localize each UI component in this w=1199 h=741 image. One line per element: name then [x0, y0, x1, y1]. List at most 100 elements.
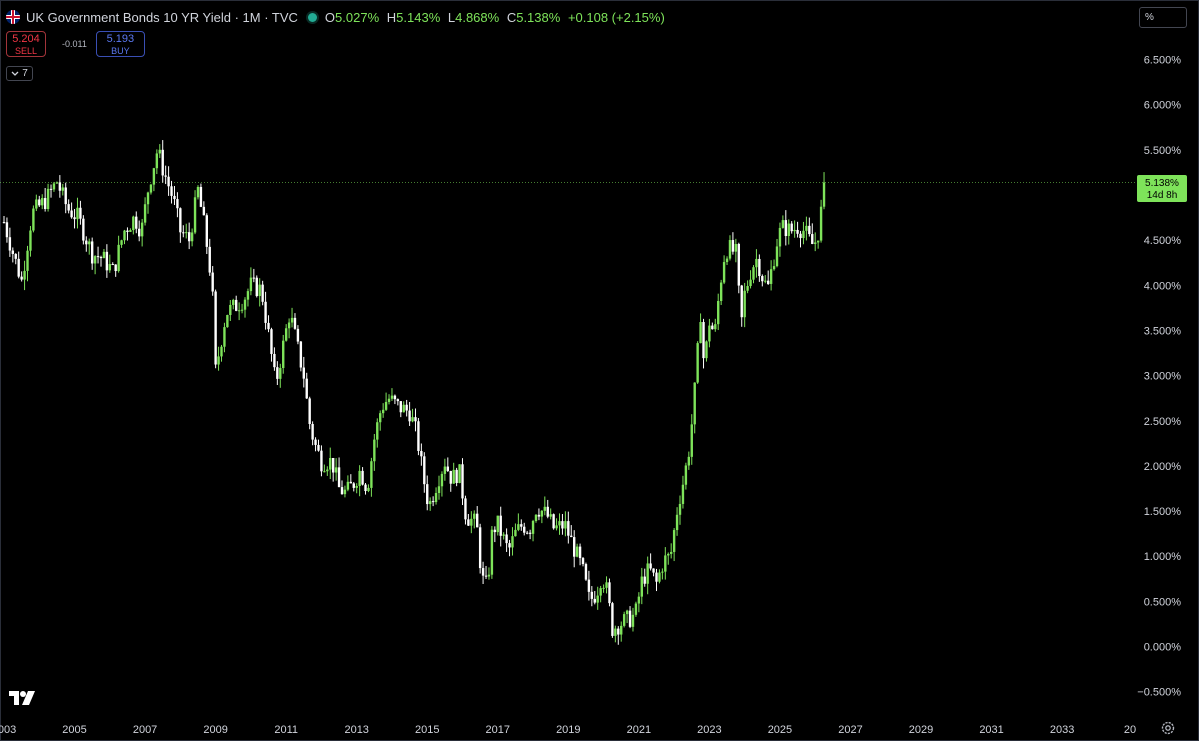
candle-body [293, 317, 297, 329]
candle-body [637, 596, 641, 604]
indicators-toggle[interactable]: 7 [6, 66, 33, 81]
candle-body [202, 206, 206, 216]
candle-body [296, 328, 300, 342]
candle-body [167, 176, 170, 187]
candle-body [602, 587, 605, 589]
candle-body [314, 439, 317, 445]
candle-body [628, 610, 632, 627]
buy-button[interactable]: 5.193 BUY [95, 31, 145, 57]
candle-body [38, 199, 41, 206]
candle-body [690, 424, 693, 457]
candle-body [461, 464, 464, 499]
candle-body [193, 197, 197, 233]
price-tag: 5.138% 14d 8h [1137, 175, 1187, 202]
candle-body [643, 576, 646, 584]
candle-body [96, 256, 100, 258]
candle-body [264, 301, 267, 323]
candle-body [99, 257, 103, 259]
candle-body [249, 277, 253, 292]
candle-body [258, 284, 261, 297]
candle-body [531, 521, 535, 534]
candle-body [355, 485, 358, 488]
candle-body [505, 534, 508, 544]
market-status-icon[interactable] [307, 12, 317, 22]
candle-body [599, 588, 602, 596]
candle-body [187, 232, 191, 242]
candle-body [731, 240, 735, 252]
candle-body [337, 467, 341, 488]
candle-body [614, 628, 617, 636]
candle-body [625, 610, 629, 615]
candle-body [152, 168, 156, 185]
symbol-title[interactable]: UK Government Bonds 10 YR Yield · 1M · T… [26, 10, 298, 25]
high-value: 5.143% [396, 9, 441, 25]
price-axis[interactable]: 6.500%6.000%5.500%5.000%4.500%4.000%3.50… [1137, 55, 1181, 699]
candle-body [525, 532, 529, 534]
x-tick-label: 2011 [274, 724, 298, 736]
candle-body [540, 510, 544, 517]
high-key: H [386, 9, 397, 25]
candle-body [620, 625, 623, 635]
candle-body [423, 456, 426, 485]
candle-body [640, 576, 643, 597]
candle-body [434, 492, 438, 503]
candle-body [270, 329, 273, 354]
candle-body [173, 195, 176, 200]
candle-body [179, 208, 182, 233]
candle-body [120, 240, 123, 245]
percent-scale-button[interactable]: % [1139, 7, 1187, 28]
close-value: 5.138% [516, 9, 561, 25]
candle-body [755, 258, 758, 268]
candle-body [393, 395, 397, 400]
gear-icon[interactable] [1160, 720, 1176, 736]
candle-body [146, 192, 150, 205]
candle-body [217, 356, 220, 365]
y-tick-label: 1.500% [1144, 506, 1182, 518]
candle-body [35, 199, 38, 209]
candle-body [352, 483, 355, 488]
tradingview-logo-icon[interactable] [9, 690, 37, 706]
candle-body [452, 469, 455, 484]
open-key: O [324, 9, 336, 25]
candle-body [775, 246, 779, 267]
price-chart[interactable]: 6.500%6.000%5.500%5.000%4.500%4.000%3.50… [0, 0, 1199, 741]
candle-body [46, 188, 50, 209]
candle-body [55, 182, 59, 184]
sell-button[interactable]: 5.204 SELL [6, 31, 46, 57]
candle-body [252, 277, 256, 279]
candle-body [687, 456, 691, 466]
candle-body [170, 186, 173, 196]
candle-body [343, 489, 347, 495]
candle-body [502, 534, 505, 536]
candle-body [558, 521, 561, 526]
candle-body [766, 280, 770, 284]
candle-body [446, 466, 450, 471]
candle-body [396, 399, 400, 402]
candle-body [464, 498, 467, 520]
candle-body [135, 216, 138, 229]
candle-body [308, 398, 311, 424]
y-tick-label: 2.500% [1144, 416, 1182, 428]
candle-body [246, 291, 250, 300]
candle-body [273, 353, 276, 368]
candle-body [781, 220, 785, 228]
candle-body [208, 246, 211, 273]
candle-body [379, 413, 382, 423]
candle-body [329, 457, 332, 470]
y-tick-label: 0.500% [1144, 596, 1182, 608]
candle-body [499, 515, 502, 536]
candles [2, 140, 826, 645]
symbol-header[interactable]: UK Government Bonds 10 YR Yield · 1M · T… [6, 8, 665, 26]
candle-body [534, 514, 538, 522]
candle-body [90, 241, 94, 264]
change-value: +0.108 (+2.15%) [567, 9, 665, 25]
x-tick-label: 2013 [344, 724, 368, 736]
candle-body [176, 199, 179, 209]
candle-body [76, 207, 79, 220]
ohlc-values: O5.027% H5.143% L4.868% C5.138% +0.108 (… [325, 10, 665, 25]
candle-body [79, 207, 82, 219]
candle-body [796, 229, 799, 234]
time-axis[interactable]: 2003 2005 2007 2009 2011 2013 2015 2017 2019 2021… [0, 724, 1136, 736]
candle-body [443, 466, 447, 474]
candle-body [664, 555, 667, 572]
